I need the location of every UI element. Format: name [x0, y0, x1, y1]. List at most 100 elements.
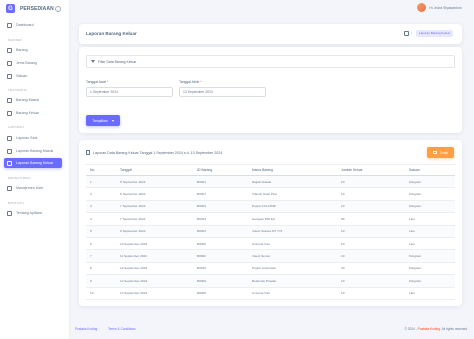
report-out-icon [7, 160, 12, 166]
table-cell: Liter [405, 225, 455, 238]
table-cell: B0005 [193, 237, 248, 251]
info-icon [7, 210, 12, 216]
sidebar-item-laporan-barang-keluar[interactable]: Laporan Barang Keluar [4, 158, 62, 168]
table-cell: 10 September 2024 [116, 237, 193, 251]
ruler-icon [7, 73, 12, 79]
report-card: Laporan Data Barang Keluar Tanggal 1 Sep… [79, 140, 462, 306]
sidebar-item-label: Laporan Barang Keluar [16, 161, 54, 165]
footer-link-terms[interactable]: Terms & Conditions [108, 327, 136, 331]
sidebar-item-barang-keluar[interactable]: Barang Keluar [4, 108, 62, 118]
table-row: 6 10 September 2024 B0005 Ammina Cair 10 Lite… [86, 237, 455, 251]
sidebar-section-pengaturan: PENGATURAN [8, 176, 31, 180]
column-header: No. [86, 164, 116, 176]
end-date-input[interactable]: 13 September 2024 [179, 87, 266, 97]
table-cell: Betamaty Powder [248, 274, 337, 288]
table-cell: Liter [405, 237, 455, 251]
show-button[interactable]: Tampilkan [86, 115, 120, 126]
table-cell: 10 [337, 175, 405, 189]
app-name: PERSEDIAAN [20, 5, 54, 12]
sidebar-section-laporan: LAPORAN [8, 125, 24, 129]
brand[interactable]: G PERSEDIAAN [6, 4, 54, 13]
table-cell: Rajiah Rukale [248, 175, 337, 189]
table-cell: Kilogram [405, 200, 455, 214]
table-cell: 7 September 2024 [116, 200, 193, 214]
sidebar-item-label: Laporan Stok [16, 136, 38, 140]
column-header: Tanggal [116, 164, 193, 176]
end-date-label-text: Tanggal Akhir [179, 80, 200, 84]
sidebar-item-tentang-aplikasi[interactable]: Tentang Aplikasi [4, 208, 62, 218]
table-cell: B0001 [193, 175, 248, 189]
sidebar-section-transaksi: TRANSAKSI [8, 88, 27, 92]
table-cell: Kilogram [405, 175, 455, 189]
start-date-input[interactable]: 1 September 2024 [86, 87, 173, 97]
sidebar-item-manajemen-user[interactable]: Manajemen User [4, 183, 62, 193]
table-cell: B0007 [193, 187, 248, 201]
sidebar-item-label: Barang Keluar [16, 111, 39, 115]
filter-header: Filter Data Barang Keluar [86, 55, 455, 68]
table-cell: 8 [86, 262, 116, 276]
print-button[interactable]: Cetak [427, 147, 454, 158]
home-icon[interactable] [404, 31, 409, 36]
sidebar-section-bantuan: BANTUAN [8, 201, 24, 205]
report-header: Laporan Data Barang Keluar Tanggal 1 Sep… [86, 150, 222, 155]
table-cell: B0004 [193, 212, 248, 226]
sidebar-item-satuan[interactable]: Satuan [4, 71, 62, 81]
table-cell: Liter [405, 212, 455, 226]
table-cell: Pupuk KCLAHSP [248, 200, 337, 214]
footer-link-pustaka[interactable]: Pustaka Koding [75, 327, 97, 331]
arrow-in-icon [7, 97, 12, 103]
document-icon [86, 150, 90, 155]
sidebar-item-barang[interactable]: Barang [4, 45, 62, 55]
table-row: 10 13 September 2024 B0005 Ammina Cair 10 Lit… [86, 287, 455, 300]
table-cell: 5 [86, 225, 116, 238]
table-row: 47 September 2024 B0004 Gerapan 500 EC 90 Li… [86, 212, 455, 226]
table-cell: 90 [337, 212, 405, 226]
start-date-label: Tanggal Awal * [86, 80, 109, 84]
sidebar-item-dashboard[interactable]: Dashboard [4, 20, 62, 30]
table-cell: 5 September 2024 [116, 175, 193, 189]
users-icon [7, 185, 12, 191]
user-menu[interactable]: Hi, Indra Styawantoro [417, 3, 462, 12]
report-title: Laporan Data Barang Keluar Tanggal 1 Sep… [93, 150, 223, 155]
table-cell: 6 [86, 237, 116, 251]
column-header: ID Barang [193, 164, 248, 176]
column-header: Satuan [405, 164, 455, 176]
sidebar-item-jenis-barang[interactable]: Jenis Barang [4, 58, 62, 68]
sidebar-item-laporan-stok[interactable]: Laporan Stok [4, 133, 62, 143]
copyright-brand-link[interactable]: Pustaka Koding [418, 327, 440, 331]
table-cell: Kilogram [405, 274, 455, 288]
filter-card: Filter Data Barang Keluar Tanggal Awal *… [79, 47, 462, 133]
table-cell: 2 [86, 187, 116, 201]
chevron-left-icon[interactable]: ‹ [55, 6, 61, 12]
table-cell: 7 [86, 249, 116, 263]
table-cell: 10 [337, 187, 405, 201]
table-cell: 13 September 2024 [116, 287, 193, 300]
avatar[interactable] [417, 3, 427, 12]
report-in-icon [7, 148, 12, 154]
sidebar-item-label: Satuan [16, 74, 28, 78]
print-button-label: Cetak [439, 150, 449, 155]
table-cell: B0003 [193, 225, 248, 238]
table-row: 15 September 2024 B0001 Rajiah Rukale 10 Kil… [86, 175, 455, 189]
table-cell: Pupuk Gosumida [248, 262, 337, 276]
sidebar-item-label: Tentang Aplikasi [16, 211, 42, 215]
table-cell: 4 [86, 212, 116, 226]
tag-icon [7, 60, 12, 66]
filter-icon [91, 60, 95, 63]
table-cell: 10 [337, 274, 405, 288]
sidebar-item-label: Laporan Barang Masuk [16, 149, 54, 153]
table-cell: 5 September 2024 [116, 187, 193, 201]
table-row: 37 September 2024 B0003 Pupuk KCLAHSP 10 Kil… [86, 200, 455, 214]
table-cell: Ammina Cair [248, 287, 337, 300]
table-cell: Kilogram [405, 262, 455, 276]
sidebar-item-barang-masuk[interactable]: Barang Masuk [4, 95, 62, 105]
sidebar-item-laporan-barang-masuk[interactable]: Laporan Barang Masuk [4, 146, 62, 156]
printer-icon [432, 151, 437, 154]
table-cell: 10 [337, 225, 405, 238]
page-title: Laporan Barang Keluar [86, 31, 137, 36]
table-cell: 11 September 2024 [116, 249, 193, 263]
column-header: Nama Barang [248, 164, 337, 176]
report-table: No. Tanggal ID Barang Nama Barang Jumlah… [86, 164, 455, 300]
table-cell: 9 September 2024 [116, 225, 193, 238]
sidebar-item-label: Jenis Barang [16, 61, 37, 65]
